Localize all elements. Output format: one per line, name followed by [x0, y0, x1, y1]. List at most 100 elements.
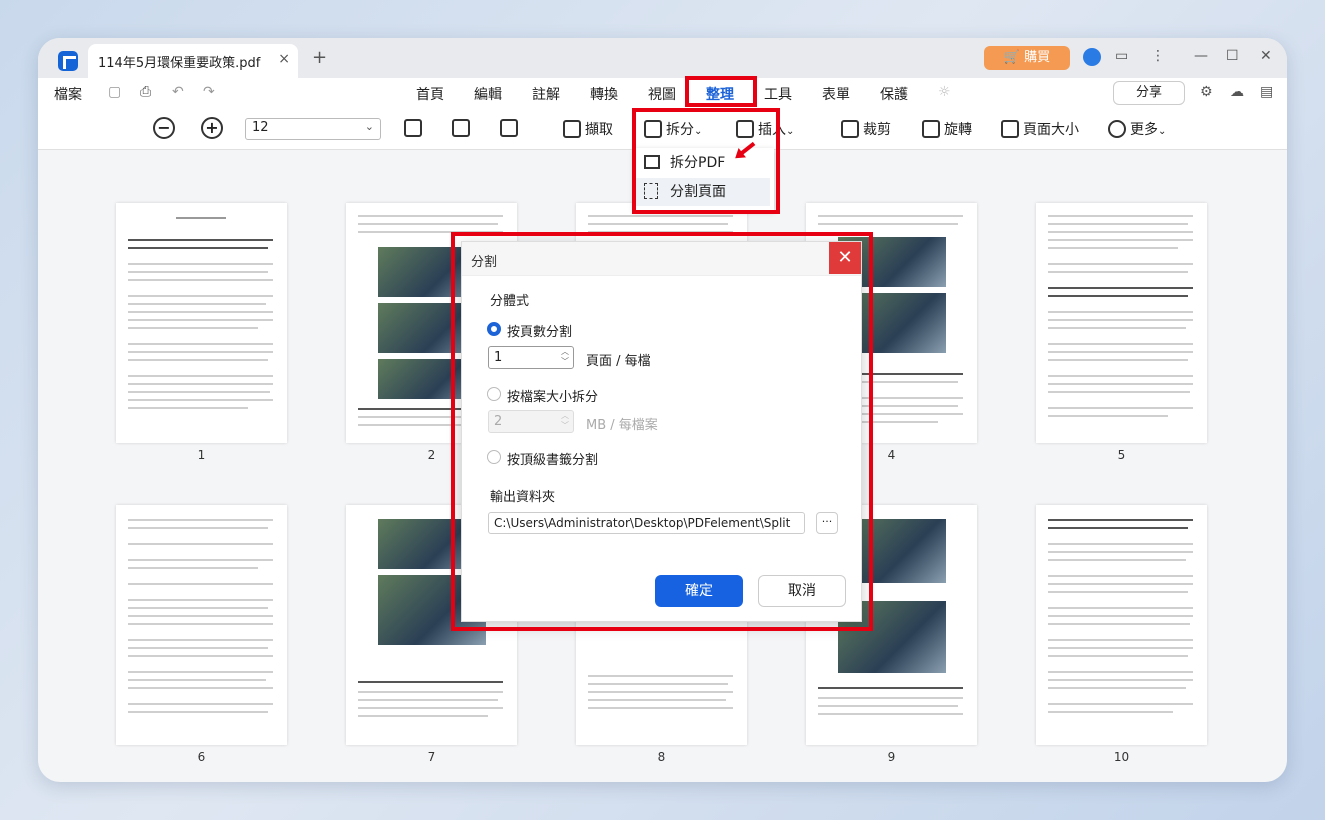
menu-bar: 檔案 ▢ ⎙ ↶ ↷ 首頁 編輯 註解 轉換 視圖 整理 工具 表單 保護 ☼ … — [38, 78, 1287, 108]
page-number: 5 — [1117, 448, 1126, 462]
share-button[interactable]: 分享 — [1113, 81, 1185, 105]
extract-tool[interactable]: 擷取 — [563, 119, 613, 139]
more-vertical-icon[interactable]: ⋮ — [1151, 48, 1165, 64]
size-per-file-input[interactable]: 2 ︿ ﹀ — [488, 410, 574, 433]
crop-label: 裁剪 — [863, 122, 891, 138]
confirm-button[interactable]: 確定 — [655, 575, 743, 607]
rotate-right-page-tool[interactable] — [452, 119, 474, 137]
spinner-arrows-icon[interactable]: ︿ ﹀ — [561, 347, 569, 367]
page-number: 8 — [657, 750, 666, 764]
zoom-value: 12 — [252, 120, 269, 135]
menu-form[interactable]: 表單 — [822, 84, 850, 104]
menu-comment[interactable]: 註解 — [532, 84, 560, 104]
pages-per-file-input[interactable]: 1 ︿ ﹀ — [488, 346, 574, 369]
output-folder-label: 輸出資料夾 — [490, 490, 556, 505]
rotate-icon — [922, 120, 940, 138]
page-thumbnail[interactable] — [1036, 203, 1207, 443]
zoom-out-icon[interactable]: − — [153, 117, 175, 139]
undo-icon[interactable]: ↶ — [172, 84, 184, 100]
save-icon[interactable]: ▢ — [108, 84, 121, 100]
print-icon[interactable]: ⎙ — [140, 84, 151, 100]
pages-per-file-value: 1 — [494, 350, 503, 365]
account-sync-icon[interactable]: ⚙ — [1200, 84, 1213, 100]
tab-title: 114年5月環保重要政策.pdf — [98, 56, 261, 71]
avatar[interactable] — [1083, 48, 1101, 66]
split-by-size-label: 按檔案大小拆分 — [507, 390, 599, 405]
menu-view[interactable]: 視圖 — [648, 84, 676, 104]
page-thumbnail[interactable] — [116, 203, 287, 443]
split-dropdown-menu: 拆分PDF 分割頁面 — [634, 148, 774, 210]
zoom-select[interactable]: 12 ⌄ — [245, 118, 381, 140]
split-dialog: 分割 ✕ 分體式 按頁數分割 1 ︿ ﹀ 頁面 / 每檔 按檔案大小拆分 2 ︿ ﹀… — [461, 241, 862, 622]
split-tool[interactable]: 拆分⌄ — [644, 119, 702, 139]
split-by-pages-radio[interactable] — [487, 322, 501, 336]
lightbulb-icon[interactable]: ☼ — [938, 84, 951, 100]
page-number: 9 — [887, 750, 896, 764]
app-window: 114年5月環保重要政策.pdf × + 🛒 購買 ▭ ⋮ — ☐ ✕ 檔案 ▢… — [38, 38, 1287, 782]
insert-icon — [736, 120, 754, 138]
page-thumbnail[interactable] — [1036, 505, 1207, 745]
split-by-size-radio[interactable] — [487, 387, 501, 401]
crop-icon — [841, 120, 859, 138]
menu-convert[interactable]: 轉換 — [590, 84, 618, 104]
split-pdf-menu-item[interactable]: 拆分PDF — [644, 153, 725, 173]
trash-icon — [500, 119, 518, 137]
dialog-close-icon[interactable]: ✕ — [829, 242, 861, 274]
page-number: 7 — [427, 750, 436, 764]
chevron-down-icon: ⌄ — [364, 120, 374, 133]
message-icon[interactable]: ▭ — [1115, 48, 1128, 64]
maximize-icon[interactable]: ☐ — [1226, 48, 1239, 64]
more-label: 更多 — [1130, 122, 1158, 138]
menu-edit[interactable]: 編輯 — [474, 84, 502, 104]
extract-icon — [563, 120, 581, 138]
chevron-down-icon: ⌄ — [694, 126, 703, 137]
menu-tools[interactable]: 工具 — [764, 84, 792, 104]
split-by-bookmark-radio[interactable] — [487, 450, 501, 464]
minimize-icon[interactable]: — — [1194, 48, 1208, 64]
menu-organize[interactable]: 整理 — [706, 84, 734, 104]
browse-folder-button[interactable]: ··· — [816, 512, 838, 534]
more-icon — [1108, 120, 1126, 138]
page-rotate-right-icon — [452, 119, 470, 137]
menu-home[interactable]: 首頁 — [416, 84, 444, 104]
page-number: 1 — [197, 448, 206, 462]
panel-icon[interactable]: ▤ — [1260, 84, 1273, 100]
menu-protect[interactable]: 保護 — [880, 84, 908, 104]
dialog-title: 分割 — [471, 255, 498, 270]
insert-tool[interactable]: 插入⌄ — [736, 119, 794, 139]
divide-page-label: 分割頁面 — [670, 184, 726, 200]
spinner-arrows-icon: ︿ ﹀ — [561, 411, 569, 430]
cancel-button[interactable]: 取消 — [758, 575, 846, 607]
split-by-bookmark-label: 按頂級書籤分割 — [507, 453, 599, 468]
close-window-icon[interactable]: ✕ — [1260, 48, 1272, 64]
split-mode-label: 分體式 — [490, 294, 530, 309]
document-tab[interactable]: 114年5月環保重要政策.pdf × — [88, 44, 298, 78]
page-size-tool[interactable]: 頁面大小 — [1001, 119, 1079, 139]
cloud-upload-icon[interactable]: ☁ — [1230, 84, 1244, 100]
delete-page-tool[interactable] — [500, 119, 522, 137]
split-pdf-icon — [644, 155, 660, 169]
pages-per-file-unit: 頁面 / 每檔 — [586, 354, 651, 369]
split-pdf-label: 拆分PDF — [670, 155, 726, 171]
buy-button[interactable]: 🛒 購買 — [984, 46, 1070, 70]
page-size-icon — [1001, 120, 1019, 138]
redo-icon[interactable]: ↷ — [203, 84, 215, 100]
title-bar: 114年5月環保重要政策.pdf × + 🛒 購買 ▭ ⋮ — ☐ ✕ — [38, 38, 1287, 78]
page-thumbnail[interactable] — [116, 505, 287, 745]
insert-label: 插入 — [758, 122, 786, 138]
menu-file[interactable]: 檔案 — [54, 84, 82, 104]
divide-page-menu-item[interactable]: 分割頁面 — [634, 178, 770, 206]
output-folder-input[interactable]: C:\Users\Administrator\Desktop\PDFelemen… — [488, 512, 805, 534]
more-tool[interactable]: 更多⌄ — [1108, 119, 1166, 139]
split-by-pages-label: 按頁數分割 — [507, 325, 573, 340]
rotate-tool[interactable]: 旋轉 — [922, 119, 972, 139]
rotate-left-page-tool[interactable] — [404, 119, 426, 137]
zoom-in-icon[interactable]: + — [201, 117, 223, 139]
toolbar: − + 12 ⌄ 擷取 拆分⌄ 插入⌄ 裁剪 旋轉 頁面大小 更多⌄ — [38, 108, 1287, 150]
page-number: 6 — [197, 750, 206, 764]
app-logo-icon — [58, 51, 78, 71]
split-label: 拆分 — [666, 122, 694, 138]
tab-close-icon[interactable]: × — [278, 51, 290, 67]
crop-tool[interactable]: 裁剪 — [841, 119, 891, 139]
add-tab-icon[interactable]: + — [312, 47, 327, 68]
